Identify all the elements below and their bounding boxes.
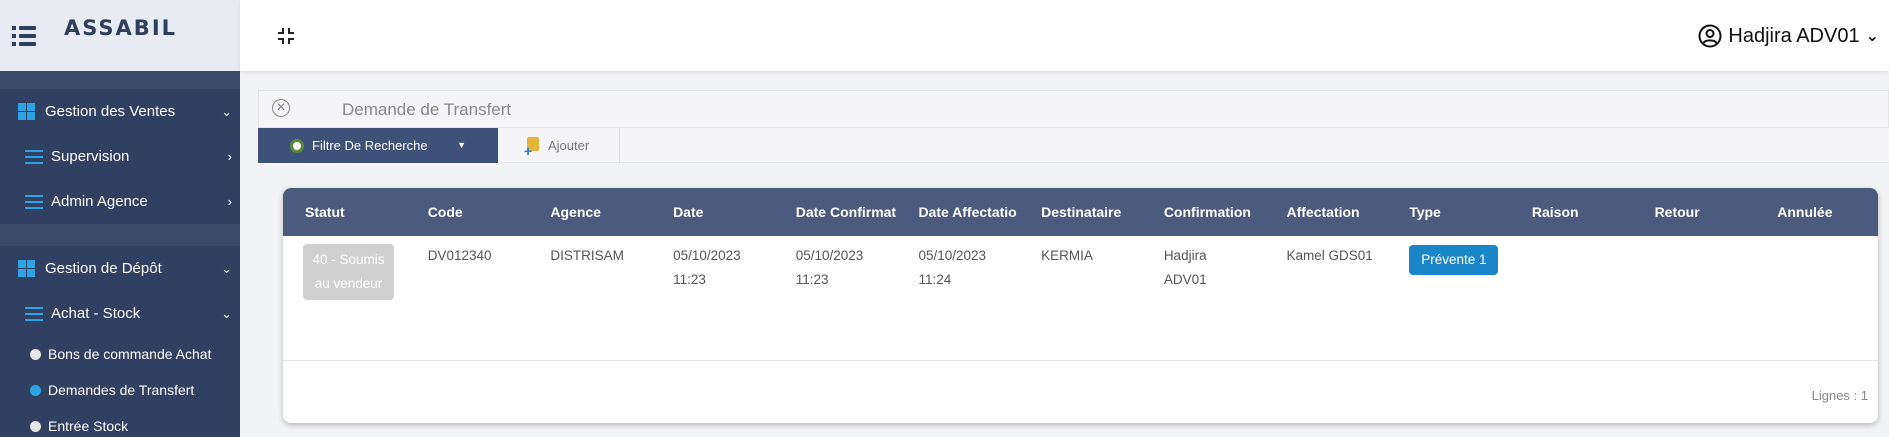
panel-header: ✕ Demande de Transfert bbox=[258, 90, 1889, 128]
lines-icon bbox=[25, 194, 43, 209]
column-header-date[interactable]: Date bbox=[651, 204, 774, 220]
sidebar-subitem-bons-commande[interactable]: Bons de commande Achat bbox=[0, 336, 240, 372]
add-button-label: Ajouter bbox=[548, 138, 590, 153]
caret-down-icon: ▼ bbox=[457, 140, 466, 150]
filter-button-label: Filtre De Recherche bbox=[312, 138, 428, 153]
user-name: Hadjira ADV01 bbox=[1728, 24, 1860, 47]
sidebar-item-achat-stock[interactable]: Achat - Stock ⌄ bbox=[0, 291, 240, 336]
windows-icon bbox=[18, 103, 35, 120]
main-content: ✕ Demande de Transfert Filtre De Recherc… bbox=[258, 90, 1889, 437]
sidebar-subitem-label: Demandes de Transfert bbox=[48, 382, 195, 398]
cell-agence: DISTRISAM bbox=[550, 248, 624, 263]
column-header-type[interactable]: Type bbox=[1387, 204, 1510, 220]
row-count: Lignes : 1 bbox=[1811, 388, 1868, 403]
cell-date-confirmation: 05/10/2023 11:23 bbox=[795, 248, 864, 287]
chevron-right-icon: › bbox=[227, 149, 232, 164]
cell-date: 05/10/2023 11:23 bbox=[673, 248, 741, 287]
collapse-icon[interactable] bbox=[277, 27, 295, 45]
sidebar-subitem-label: Bons de commande Achat bbox=[48, 346, 212, 362]
cell-destinataire: KERMIA bbox=[1041, 248, 1093, 263]
column-header-raison[interactable]: Raison bbox=[1510, 204, 1633, 220]
cell-retour bbox=[1633, 244, 1756, 360]
user-menu[interactable]: Hadjira ADV01 ⌄ bbox=[1698, 24, 1879, 48]
sidebar-item-supervision[interactable]: Supervision › bbox=[0, 134, 240, 179]
close-icon[interactable]: ✕ bbox=[272, 99, 290, 117]
add-button[interactable]: + Ajouter bbox=[498, 128, 620, 163]
topbar: Hadjira ADV01 ⌄ bbox=[240, 0, 1889, 71]
circle-icon bbox=[30, 384, 41, 396]
search-filter-icon bbox=[290, 138, 304, 153]
circle-icon bbox=[30, 348, 41, 360]
sidebar-item-gestion-depot[interactable]: Gestion de Dépôt ⌄ bbox=[0, 246, 240, 291]
add-file-icon: + bbox=[524, 136, 540, 158]
logo: ASSABIL bbox=[64, 15, 178, 40]
page-title: Demande de Transfert bbox=[342, 100, 512, 119]
column-header-date-affectation[interactable]: Date Affectatio bbox=[896, 204, 1019, 220]
sidebar-subitem-demandes-transfert[interactable]: Demandes de Transfert bbox=[0, 372, 240, 408]
column-header-date-confirmation[interactable]: Date Confirmat bbox=[774, 204, 897, 220]
sidebar-group-ventes: Gestion des Ventes ⌄ Supervision › Admin… bbox=[0, 89, 240, 224]
cell-raison bbox=[1510, 244, 1633, 360]
column-header-retour[interactable]: Retour bbox=[1633, 204, 1756, 220]
cell-confirmation: Hadjira ADV01 bbox=[1163, 248, 1207, 287]
sidebar-item-gestion-ventes[interactable]: Gestion des Ventes ⌄ bbox=[0, 89, 240, 134]
chevron-down-icon: ⌄ bbox=[221, 305, 232, 321]
sidebar: ASSABIL Gestion des Ventes ⌄ Supervision… bbox=[0, 0, 240, 437]
windows-icon bbox=[18, 260, 35, 277]
circle-icon bbox=[30, 420, 41, 432]
chevron-right-icon: › bbox=[227, 194, 232, 209]
column-header-confirmation[interactable]: Confirmation bbox=[1142, 204, 1265, 220]
cell-affectation: Kamel GDS01 bbox=[1286, 248, 1373, 263]
column-header-destinataire[interactable]: Destinataire bbox=[1019, 204, 1142, 220]
lines-icon bbox=[25, 149, 43, 164]
table-row[interactable]: 40 - Soumis au vendeur DV012340 DISTRISA… bbox=[283, 236, 1878, 361]
column-header-statut[interactable]: Statut bbox=[283, 204, 406, 220]
status-badge: 40 - Soumis au vendeur bbox=[303, 244, 394, 300]
brand-bar: ASSABIL bbox=[0, 0, 240, 71]
column-header-code[interactable]: Code bbox=[406, 204, 529, 220]
chevron-down-icon: ⌄ bbox=[221, 103, 232, 119]
chevron-down-icon: ⌄ bbox=[1865, 28, 1879, 45]
cell-date-affectation: 05/10/2023 11:24 bbox=[918, 248, 987, 287]
column-header-annulee[interactable]: Annulée bbox=[1755, 204, 1878, 220]
filter-button[interactable]: Filtre De Recherche ▼ bbox=[258, 128, 498, 163]
column-header-agence[interactable]: Agence bbox=[528, 204, 651, 220]
toolbar: Filtre De Recherche ▼ + Ajouter bbox=[258, 128, 1889, 163]
cell-code: DV012340 bbox=[427, 248, 492, 263]
cell-annulee bbox=[1755, 244, 1878, 360]
menu-icon[interactable] bbox=[12, 25, 36, 46]
sidebar-item-label: Admin Agence bbox=[51, 193, 148, 210]
sidebar-item-label: Gestion de Dépôt bbox=[45, 260, 162, 277]
sidebar-item-label: Achat - Stock bbox=[51, 305, 141, 322]
table-header: Statut Code Agence Date Date Confirmat D… bbox=[283, 188, 1878, 236]
sidebar-group-depot: Gestion de Dépôt ⌄ Achat - Stock ⌄ Bons … bbox=[0, 246, 240, 437]
results-table: Statut Code Agence Date Date Confirmat D… bbox=[283, 188, 1878, 423]
type-badge[interactable]: Prévente 1 bbox=[1409, 245, 1499, 275]
sidebar-item-admin-agence[interactable]: Admin Agence › bbox=[0, 179, 240, 224]
sidebar-item-label: Supervision bbox=[51, 148, 130, 165]
sidebar-subitem-entree-stock[interactable]: Entrée Stock bbox=[0, 408, 240, 437]
column-header-affectation[interactable]: Affectation bbox=[1265, 204, 1388, 220]
sidebar-subitem-label: Entrée Stock bbox=[48, 418, 129, 434]
chevron-down-icon: ⌄ bbox=[221, 260, 232, 276]
user-circle-icon bbox=[1698, 24, 1722, 48]
lines-icon bbox=[25, 306, 43, 321]
sidebar-item-label: Gestion des Ventes bbox=[45, 103, 176, 120]
